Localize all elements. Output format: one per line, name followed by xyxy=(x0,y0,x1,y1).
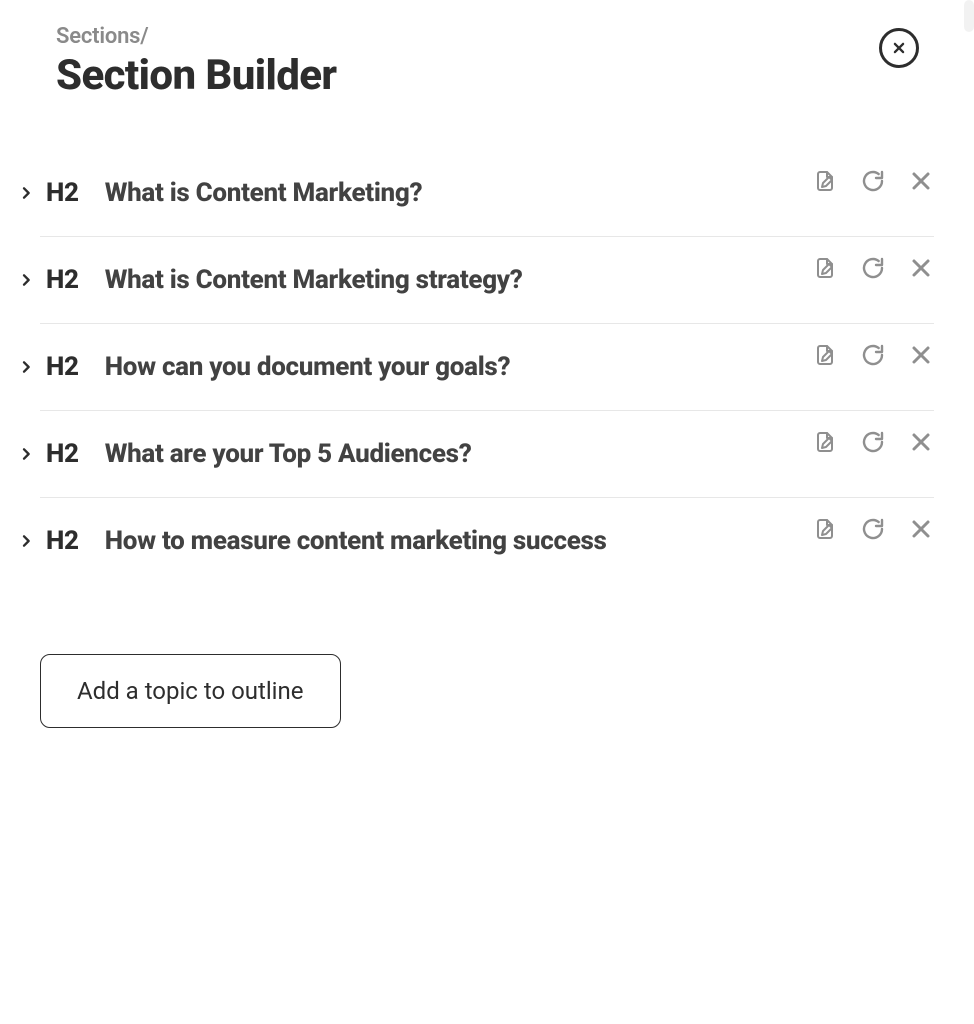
delete-button[interactable] xyxy=(908,255,934,281)
section-row: H2 How can you document your goals? xyxy=(40,324,934,411)
section-title[interactable]: What is Content Marketing? xyxy=(105,178,812,208)
x-icon xyxy=(909,169,933,193)
refresh-icon xyxy=(861,169,885,193)
chevron-right-icon xyxy=(18,359,34,375)
scrollbar-thumb[interactable] xyxy=(964,0,974,32)
section-title[interactable]: How to measure content marketing success xyxy=(105,526,812,556)
section-row: H2 What is Content Marketing? xyxy=(40,150,934,237)
chevron-right-icon xyxy=(18,533,34,549)
refresh-icon xyxy=(861,430,885,454)
breadcrumb[interactable]: Sections/ xyxy=(56,24,336,49)
chevron-right-icon xyxy=(18,272,34,288)
page-title: Section Builder xyxy=(56,51,336,100)
expand-toggle[interactable] xyxy=(18,446,36,462)
heading-level-label: H2 xyxy=(46,178,79,208)
section-title[interactable]: How can you document your goals? xyxy=(105,352,812,382)
close-x-icon xyxy=(892,41,906,55)
page-edit-icon xyxy=(813,517,837,541)
expand-toggle[interactable] xyxy=(18,272,36,288)
add-topic-button[interactable]: Add a topic to outline xyxy=(40,654,341,728)
refresh-button[interactable] xyxy=(860,429,886,455)
x-icon xyxy=(909,343,933,367)
refresh-button[interactable] xyxy=(860,255,886,281)
section-row: H2 How to measure content marketing succ… xyxy=(40,498,934,584)
refresh-button[interactable] xyxy=(860,516,886,542)
delete-button[interactable] xyxy=(908,516,934,542)
heading-level-label: H2 xyxy=(46,439,79,469)
edit-page-button[interactable] xyxy=(812,342,838,368)
edit-page-button[interactable] xyxy=(812,429,838,455)
expand-toggle[interactable] xyxy=(18,533,36,549)
delete-button[interactable] xyxy=(908,168,934,194)
page-edit-icon xyxy=(813,343,837,367)
close-button[interactable] xyxy=(879,28,919,68)
chevron-right-icon xyxy=(18,446,34,462)
delete-button[interactable] xyxy=(908,429,934,455)
heading-level-label: H2 xyxy=(46,265,79,295)
section-list: H2 What is Content Marketing? xyxy=(10,150,934,584)
edit-page-button[interactable] xyxy=(812,255,838,281)
expand-toggle[interactable] xyxy=(18,185,36,201)
page-edit-icon xyxy=(813,169,837,193)
edit-page-button[interactable] xyxy=(812,168,838,194)
x-icon xyxy=(909,430,933,454)
x-icon xyxy=(909,517,933,541)
expand-toggle[interactable] xyxy=(18,359,36,375)
edit-page-button[interactable] xyxy=(812,516,838,542)
x-icon xyxy=(909,256,933,280)
refresh-icon xyxy=(861,343,885,367)
refresh-icon xyxy=(861,256,885,280)
heading-level-label: H2 xyxy=(46,526,79,556)
heading-level-label: H2 xyxy=(46,352,79,382)
section-title[interactable]: What is Content Marketing strategy? xyxy=(105,265,812,295)
section-row: H2 What is Content Marketing strategy? xyxy=(40,237,934,324)
delete-button[interactable] xyxy=(908,342,934,368)
refresh-button[interactable] xyxy=(860,342,886,368)
section-row: H2 What are your Top 5 Audiences? xyxy=(40,411,934,498)
page-edit-icon xyxy=(813,430,837,454)
refresh-button[interactable] xyxy=(860,168,886,194)
page-edit-icon xyxy=(813,256,837,280)
scrollbar-track[interactable] xyxy=(962,0,974,788)
section-title[interactable]: What are your Top 5 Audiences? xyxy=(105,439,812,469)
chevron-right-icon xyxy=(18,185,34,201)
refresh-icon xyxy=(861,517,885,541)
